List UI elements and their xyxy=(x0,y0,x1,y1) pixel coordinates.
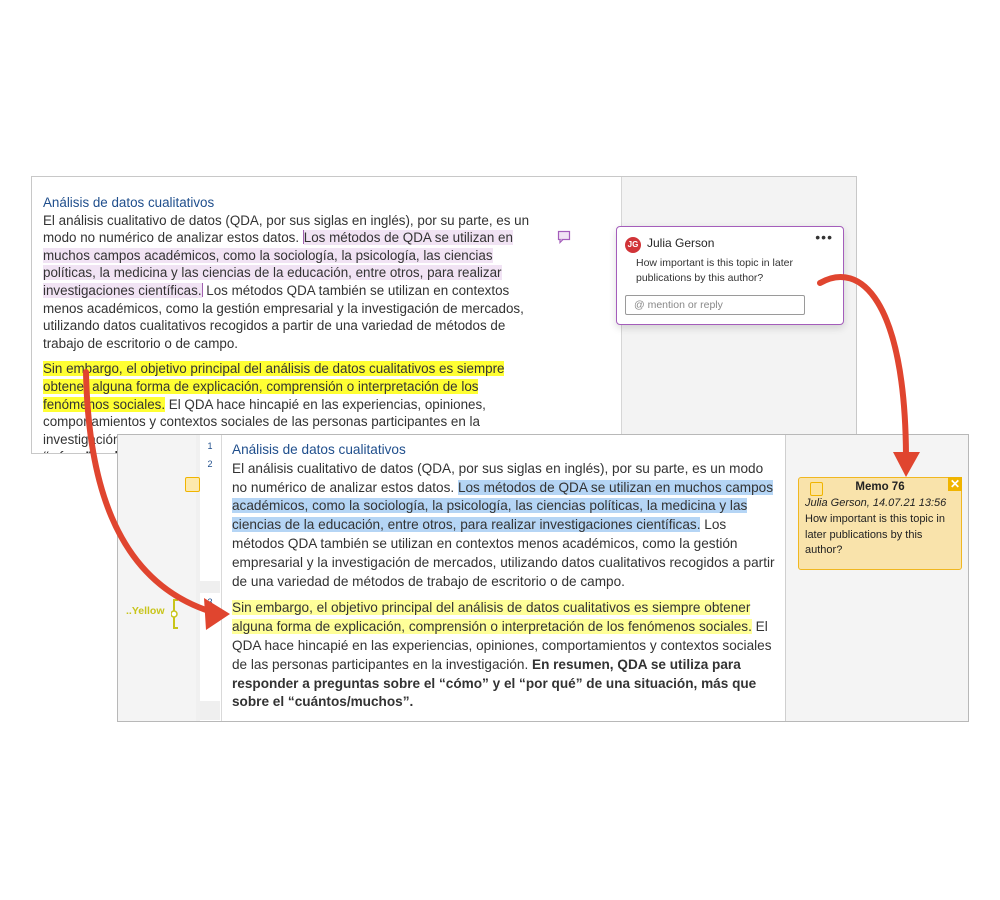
document-heading: Análisis de datos cualitativos xyxy=(43,195,215,210)
qda-document-browser: ..Yellow 1 2 3 Análisis de datos cualita… xyxy=(117,434,969,722)
paragraph-number: 3 xyxy=(200,593,220,612)
comment-text: How important is this topic in later pub… xyxy=(636,257,793,284)
memo-text: How important is this topic in later pub… xyxy=(805,513,945,556)
paragraph-numbers: 1 2 3 xyxy=(200,435,220,721)
memo-author-date: Julia Gerson, 14.07.21 13:56 xyxy=(805,497,947,509)
document-text-area: Análisis de datos cualitativos El anális… xyxy=(221,435,784,721)
comment-author: Julia Gerson xyxy=(647,236,715,250)
memo-icon[interactable] xyxy=(185,477,200,492)
word-document-text: Análisis de datos cualitativos El anális… xyxy=(43,194,543,453)
paragraph-1: El análisis cualitativo de datos (QDA, p… xyxy=(43,212,543,353)
memo-pane: Memo 76 ✕ Julia Gerson, 14.07.21 13:56 H… xyxy=(785,435,968,721)
memo-title: Memo 76 xyxy=(855,481,905,493)
comment-card[interactable]: JG Julia Gerson ••• How important is thi… xyxy=(616,226,844,325)
qda-document-text: Análisis de datos cualitativos El anális… xyxy=(232,441,782,712)
code-label[interactable]: ..Yellow xyxy=(126,605,165,617)
paragraph-number: 1 xyxy=(200,437,220,456)
close-icon[interactable]: ✕ xyxy=(948,477,962,491)
paragraph-1: El análisis cualitativo de datos (QDA, p… xyxy=(232,460,782,592)
comment-icon[interactable] xyxy=(557,230,571,244)
document-heading: Análisis de datos cualitativos xyxy=(232,442,406,457)
word-document-page: Análisis de datos cualitativos El anális… xyxy=(32,177,621,453)
code-bracket-icon[interactable] xyxy=(171,599,179,629)
memo-card[interactable]: Memo 76 ✕ Julia Gerson, 14.07.21 13:56 H… xyxy=(798,477,962,570)
more-options-button[interactable]: ••• xyxy=(815,229,833,245)
coded-segment[interactable]: Sin embargo, el objetivo principal del a… xyxy=(232,600,752,635)
paragraph-2: Sin embargo, el objetivo principal del a… xyxy=(232,599,782,712)
reply-input[interactable] xyxy=(625,295,805,315)
paragraph-separator xyxy=(200,701,220,720)
avatar: JG xyxy=(625,237,641,253)
paragraph-number: 2 xyxy=(200,455,220,474)
